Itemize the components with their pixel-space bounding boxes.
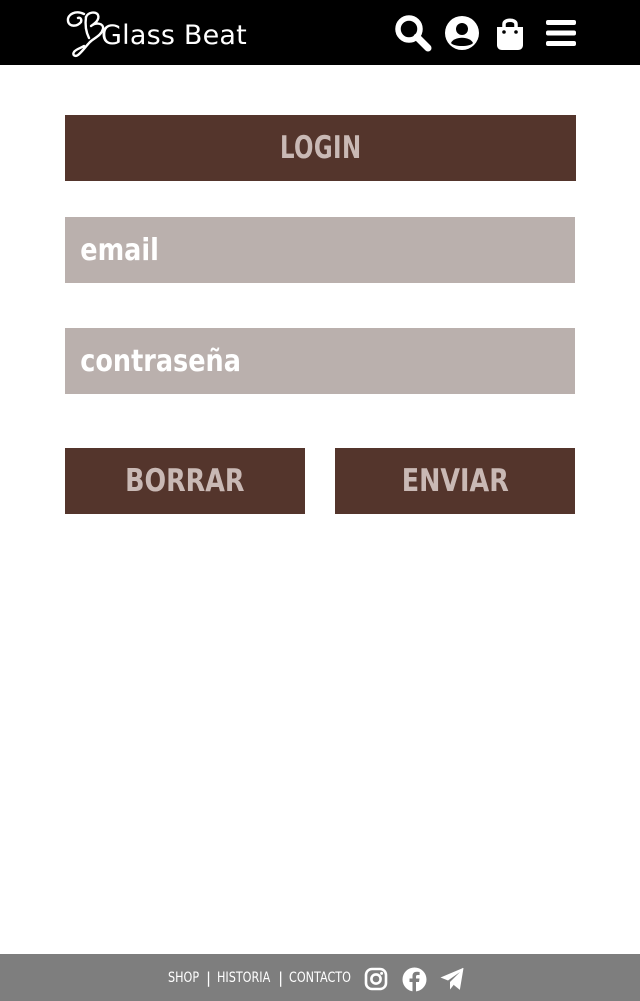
search-icon[interactable] [393, 13, 433, 53]
site-footer: SHOP | HISTORIA | CONTACTO [0, 954, 640, 1001]
email-field[interactable] [65, 217, 575, 283]
password-field[interactable] [65, 328, 575, 394]
facebook-icon[interactable] [401, 966, 427, 992]
shopping-bag-icon[interactable] [490, 13, 530, 53]
user-icon[interactable] [442, 13, 482, 53]
instagram-icon[interactable] [363, 966, 389, 992]
clear-button-label: BORRAR [125, 463, 245, 499]
login-title: LOGIN [65, 115, 576, 181]
send-button[interactable]: ENVIAR [335, 448, 575, 514]
telegram-icon[interactable] [439, 966, 465, 992]
send-button-label: ENVIAR [401, 463, 509, 499]
footer-separator: | [206, 969, 212, 987]
glass-beat-monogram-icon [66, 11, 105, 57]
brand-name: Glass Beat [101, 19, 247, 51]
footer-link-shop[interactable]: SHOP [168, 970, 199, 986]
footer-nav: SHOP | HISTORIA | CONTACTO [168, 968, 359, 988]
site-header: Glass Beat [0, 0, 640, 65]
footer-link-historia[interactable]: HISTORIA [217, 970, 270, 986]
password-field-wrapper [65, 328, 576, 394]
menu-icon[interactable] [541, 13, 581, 53]
footer-separator: | [278, 969, 284, 987]
login-title-text: LOGIN [279, 130, 362, 166]
clear-button[interactable]: BORRAR [65, 448, 305, 514]
brand-logo[interactable]: Glass Beat [64, 8, 247, 58]
footer-link-contacto[interactable]: CONTACTO [289, 970, 351, 986]
email-field-wrapper [65, 217, 576, 283]
